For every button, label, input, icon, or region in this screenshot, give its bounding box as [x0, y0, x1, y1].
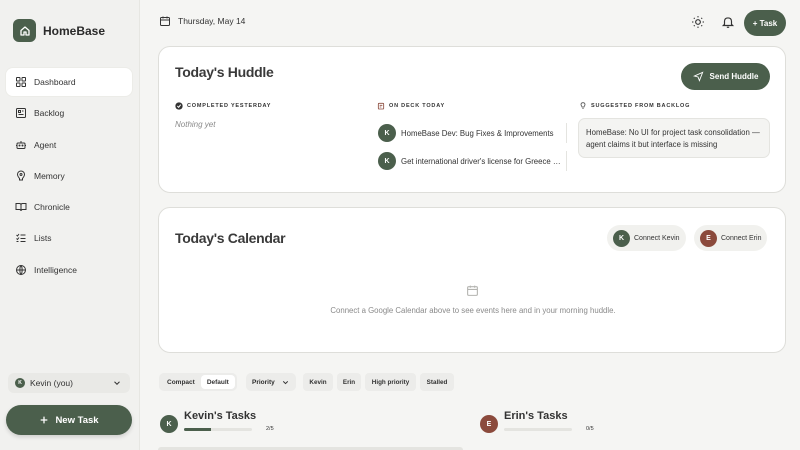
send-huddle-button[interactable]: Send Huddle: [681, 63, 770, 90]
sun-icon[interactable]: [691, 15, 705, 29]
filter-chip-stalled[interactable]: Stalled: [420, 373, 454, 391]
sidebar-item-label: Dashboard: [34, 77, 76, 87]
user-name: Kevin (you): [30, 378, 73, 388]
current-date: Thursday, May 14: [178, 16, 246, 26]
kevin-progress-bar: [184, 427, 252, 431]
connect-erin-label: Connect Erin: [721, 234, 762, 242]
list-check-icon: [16, 234, 26, 243]
sidebar-item-label: Chronicle: [34, 202, 70, 213]
erin-tasks-section: E Erin's Tasks 0/5: [480, 410, 594, 433]
calendar-title: Today's Calendar: [175, 230, 286, 246]
on-deck-item[interactable]: K HomeBase Dev: Bug Fixes & Improvements: [378, 123, 567, 143]
avatar: E: [480, 415, 498, 433]
sidebar-item-chronicle[interactable]: Chronicle: [6, 193, 132, 221]
avatar: K: [378, 152, 396, 170]
plus-icon: [41, 416, 48, 424]
user-switcher[interactable]: K Kevin (you): [8, 373, 130, 393]
sidebar: HomeBase Dashboard Backlog Agent Memory …: [0, 0, 140, 450]
book-icon: [15, 203, 27, 212]
new-task-label: New Task: [55, 414, 99, 426]
calendar-icon: [467, 285, 478, 296]
check-circle-icon: [175, 102, 183, 110]
connect-kevin-label: Connect Kevin: [634, 234, 680, 242]
default-view-button[interactable]: Default: [200, 375, 235, 389]
completed-empty: Nothing yet: [175, 120, 216, 129]
kevin-progress-label: 2/5: [266, 426, 274, 432]
sort-label: Priority: [252, 378, 275, 386]
sidebar-item-label: Agent: [34, 139, 57, 150]
connect-kevin-button[interactable]: K Connect Kevin: [607, 225, 686, 251]
sidebar-item-memory[interactable]: Memory: [6, 162, 132, 190]
memory-icon: [16, 170, 26, 181]
home-icon: [13, 19, 36, 42]
kevin-tasks-section: K Kevin's Tasks 2/5: [160, 410, 274, 433]
avatar: K: [160, 415, 178, 433]
chevron-down-icon: [282, 380, 288, 384]
brand-name: HomeBase: [43, 23, 106, 38]
on-deck-header-label: ON DECK TODAY: [389, 103, 445, 109]
on-deck-item-text: HomeBase Dev: Bug Fixes & Improvements: [401, 128, 554, 138]
backlog-icon: [16, 108, 26, 119]
on-deck-header: ON DECK TODAY: [377, 102, 445, 110]
completed-header: COMPLETED YESTERDAY: [175, 102, 271, 110]
huddle-title: Today's Huddle: [175, 64, 274, 80]
sort-select[interactable]: Priority: [246, 373, 296, 391]
avatar: E: [700, 229, 717, 247]
sidebar-item-agent[interactable]: Agent: [6, 131, 132, 159]
view-toggle: Compact Default: [159, 373, 237, 391]
lightbulb-icon: [580, 102, 586, 109]
sidebar-item-intelligence[interactable]: Intelligence: [6, 256, 132, 284]
sidebar-item-label: Backlog: [34, 108, 65, 119]
calendar-icon: [160, 16, 170, 26]
date-display: Thursday, May 14: [159, 15, 245, 27]
suggested-item[interactable]: HomeBase: No UI for project task consoli…: [578, 118, 770, 158]
avatar: K: [15, 378, 25, 388]
connect-erin-button[interactable]: E Connect Erin: [694, 225, 768, 251]
suggested-header-label: SUGGESTED FROM BACKLOG: [591, 103, 691, 109]
bell-icon[interactable]: [721, 15, 735, 29]
brand[interactable]: HomeBase: [13, 19, 105, 42]
sidebar-item-dashboard[interactable]: Dashboard: [6, 68, 132, 96]
new-task-button[interactable]: New Task: [6, 405, 132, 435]
filter-chip-kevin[interactable]: Kevin: [303, 373, 333, 391]
completed-header-label: COMPLETED YESTERDAY: [187, 103, 272, 109]
on-deck-item-text: Get international driver's license for G…: [401, 156, 561, 166]
grid-icon: [16, 77, 26, 87]
send-icon: [692, 71, 704, 82]
compact-view-button[interactable]: Compact: [161, 375, 201, 389]
globe-icon: [16, 264, 26, 275]
kevin-tasks-title: Kevin's Tasks: [184, 410, 257, 422]
sidebar-item-label: Intelligence: [34, 264, 78, 275]
avatar: K: [613, 229, 630, 247]
suggested-header: SUGGESTED FROM BACKLOG: [579, 102, 690, 110]
sidebar-item-label: Memory: [34, 170, 65, 181]
clipboard-icon: [377, 102, 385, 110]
calendar-empty-message: Connect a Google Calendar above to see e…: [330, 306, 616, 315]
filter-chip-erin[interactable]: Erin: [337, 373, 361, 391]
send-huddle-label: Send Huddle: [709, 72, 759, 81]
add-task-button[interactable]: + Task: [744, 10, 786, 36]
erin-progress-bar: [504, 427, 572, 431]
erin-progress-label: 0/5: [586, 426, 594, 432]
erin-tasks-title: Erin's Tasks: [504, 410, 568, 422]
avatar: K: [378, 124, 396, 142]
calendar-card: Today's Calendar K Connect Kevin E Conne…: [158, 207, 786, 353]
sidebar-item-backlog[interactable]: Backlog: [6, 99, 132, 127]
sidebar-nav: Dashboard Backlog Agent Memory Chronicle…: [6, 68, 132, 287]
sidebar-item-lists[interactable]: Lists: [6, 224, 132, 252]
sidebar-item-label: Lists: [34, 233, 52, 244]
filter-chip-high-priority[interactable]: High priority: [365, 373, 416, 391]
kevin-progress-fill: [184, 427, 212, 431]
huddle-card: Today's Huddle Send Huddle COMPLETED YES…: [158, 46, 786, 193]
robot-icon: [16, 140, 26, 149]
on-deck-item[interactable]: K Get international driver's license for…: [378, 151, 567, 171]
chevron-down-icon: [114, 381, 120, 385]
